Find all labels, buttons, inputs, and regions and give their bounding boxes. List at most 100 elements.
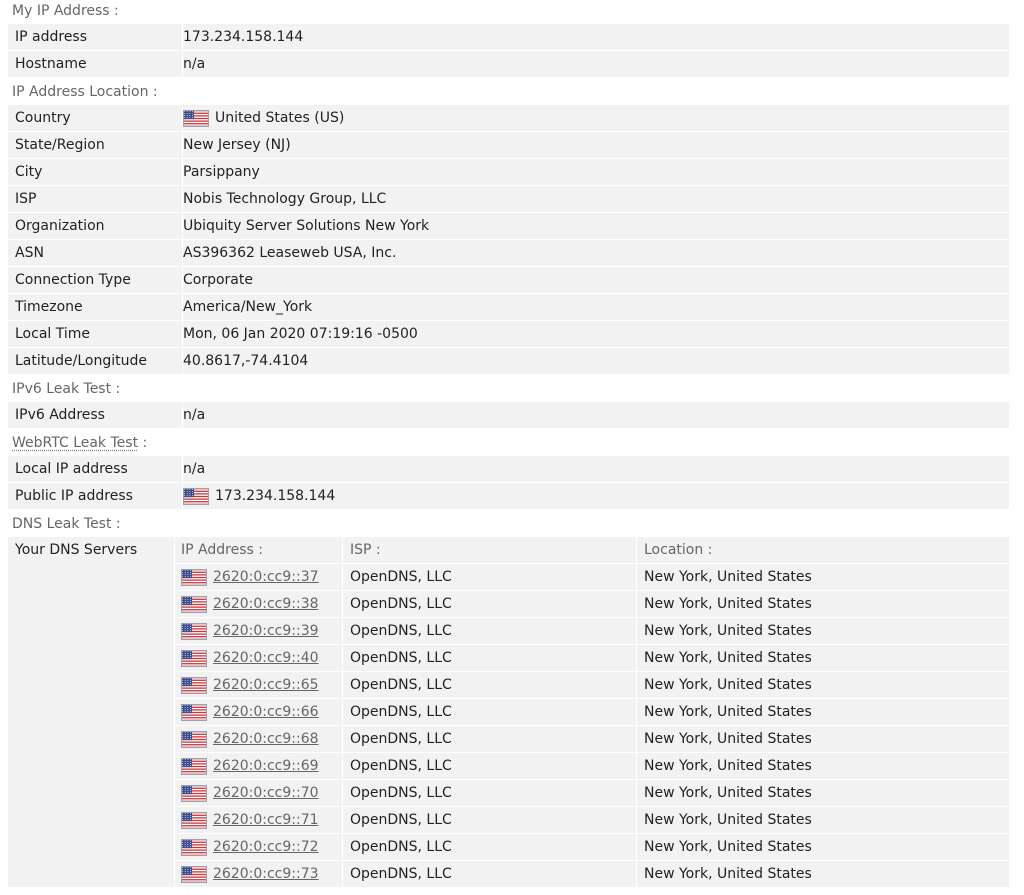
dns-location-cell: New York, United States: [644, 677, 812, 693]
ipv6-address-value: n/a: [183, 407, 206, 423]
us-flag-icon: [181, 649, 207, 667]
dns-ip-link[interactable]: 2620:0:cc9::65: [213, 672, 319, 698]
asn-label: ASN: [15, 245, 44, 261]
section-dns-header: DNS Leak Test :: [8, 511, 1009, 537]
public-ip-label: Public IP address: [15, 488, 133, 504]
dns-ip-cell: 2620:0:cc9::69: [181, 753, 319, 779]
isp-value: Nobis Technology Group, LLC: [183, 191, 387, 207]
dns-ip-cell: 2620:0:cc9::71: [181, 807, 319, 833]
dns-ip-link[interactable]: 2620:0:cc9::70: [213, 780, 319, 806]
dns-location-cell: New York, United States: [644, 596, 812, 612]
us-flag-icon: [181, 622, 207, 640]
ip-leak-report: My IP Address : IP address 173.234.158.1…: [0, 0, 1024, 895]
us-flag-icon: [183, 487, 209, 505]
dns-ip-cell: 2620:0:cc9::39: [181, 618, 319, 644]
public-ip-value: 173.234.158.144: [215, 488, 336, 504]
dns-servers-label: Your DNS Servers: [15, 542, 138, 558]
organization-value: Ubiquity Server Solutions New York: [183, 218, 430, 234]
us-flag-icon: [181, 838, 207, 856]
dns-ip-cell: 2620:0:cc9::40: [181, 645, 319, 671]
dns-isp-cell: OpenDNS, LLC: [350, 596, 452, 612]
state-row: State/Region New Jersey (NJ): [8, 132, 1009, 158]
asn-value: AS396362 Leaseweb USA, Inc.: [183, 245, 397, 261]
dns-ip-link[interactable]: 2620:0:cc9::37: [213, 564, 319, 590]
dns-ip-link[interactable]: 2620:0:cc9::68: [213, 726, 319, 752]
local-time-value: Mon, 06 Jan 2020 07:19:16 -0500: [183, 326, 418, 342]
us-flag-icon: [181, 595, 207, 613]
dns-location-cell: New York, United States: [644, 839, 812, 855]
ipv6-address-row: IPv6 Address n/a: [8, 402, 1009, 428]
dns-isp-cell: OpenDNS, LLC: [350, 677, 452, 693]
dns-isp-cell: OpenDNS, LLC: [350, 758, 452, 774]
isp-row: ISP Nobis Technology Group, LLC: [8, 186, 1009, 212]
dns-ip-link[interactable]: 2620:0:cc9::72: [213, 834, 319, 860]
dns-ip-link[interactable]: 2620:0:cc9::40: [213, 645, 319, 671]
us-flag-icon: [181, 676, 207, 694]
ip-address-row: IP address 173.234.158.144: [8, 24, 1009, 50]
dns-location-cell: New York, United States: [644, 569, 812, 585]
dns-ip-cell: 2620:0:cc9::66: [181, 699, 319, 725]
dns-ip-link[interactable]: 2620:0:cc9::39: [213, 618, 319, 644]
ipv6-address-label: IPv6 Address: [15, 407, 105, 423]
local-time-label: Local Time: [15, 326, 90, 342]
section-dns-title: DNS Leak Test :: [12, 516, 121, 532]
dns-table-row: 2620:0:cc9::37 OpenDNS, LLC New York, Unit…: [175, 564, 1009, 590]
dns-table-row: 2620:0:cc9::66 OpenDNS, LLC New York, Unit…: [175, 699, 1009, 725]
local-ip-value: n/a: [183, 461, 206, 477]
local-ip-label: Local IP address: [15, 461, 128, 477]
dns-location-cell: New York, United States: [644, 812, 812, 828]
local-time-row: Local Time Mon, 06 Jan 2020 07:19:16 -05…: [8, 321, 1009, 347]
us-flag-icon: [181, 730, 207, 748]
dns-table-row: 2620:0:cc9::71 OpenDNS, LLC New York, Unit…: [175, 807, 1009, 833]
dns-ip-link[interactable]: 2620:0:cc9::69: [213, 753, 319, 779]
dns-table-row: 2620:0:cc9::40 OpenDNS, LLC New York, Unit…: [175, 645, 1009, 671]
dns-isp-cell: OpenDNS, LLC: [350, 704, 452, 720]
dns-location-cell: New York, United States: [644, 785, 812, 801]
lat-lng-row: Latitude/Longitude 40.8617,-74.4104: [8, 348, 1009, 374]
dns-ip-cell: 2620:0:cc9::70: [181, 780, 319, 806]
dns-isp-cell: OpenDNS, LLC: [350, 650, 452, 666]
dns-ip-cell: 2620:0:cc9::65: [181, 672, 319, 698]
lat-lng-label: Latitude/Longitude: [15, 353, 147, 369]
country-value: United States (US): [215, 110, 345, 126]
hostname-row: Hostname n/a: [8, 51, 1009, 77]
dns-table-row: 2620:0:cc9::39 OpenDNS, LLC New York, Unit…: [175, 618, 1009, 644]
dns-ip-link[interactable]: 2620:0:cc9::73: [213, 861, 319, 887]
section-my-ip-title: My IP Address :: [12, 3, 119, 19]
dns-location-cell: New York, United States: [644, 650, 812, 666]
public-ip-row: Public IP address 173.234.158.144: [8, 483, 1009, 509]
timezone-value: America/New_York: [183, 299, 313, 315]
hostname-value: n/a: [183, 56, 206, 72]
dns-ip-cell: 2620:0:cc9::68: [181, 726, 319, 752]
section-location-header: IP Address Location :: [8, 79, 1009, 105]
dns-ip-cell: 2620:0:cc9::38: [181, 591, 319, 617]
section-webrtc-title[interactable]: WebRTC Leak Test :: [12, 430, 147, 456]
lat-lng-value: 40.8617,-74.4104: [183, 353, 309, 369]
asn-row: ASN AS396362 Leaseweb USA, Inc.: [8, 240, 1009, 266]
timezone-label: Timezone: [15, 299, 83, 315]
dns-col-ip-header: IP Address :: [181, 542, 263, 558]
dns-ip-link[interactable]: 2620:0:cc9::66: [213, 699, 319, 725]
section-ipv6-header: IPv6 Leak Test :: [8, 376, 1009, 402]
dns-table-row: 2620:0:cc9::68 OpenDNS, LLC New York, Unit…: [175, 726, 1009, 752]
country-label: Country: [15, 110, 71, 126]
dns-ip-link[interactable]: 2620:0:cc9::71: [213, 807, 319, 833]
city-value: Parsippany: [183, 164, 260, 180]
connection-type-value: Corporate: [183, 272, 253, 288]
dns-isp-cell: OpenDNS, LLC: [350, 839, 452, 855]
local-ip-row: Local IP address n/a: [8, 456, 1009, 482]
state-label: State/Region: [15, 137, 105, 153]
dns-ip-link[interactable]: 2620:0:cc9::38: [213, 591, 319, 617]
country-row: Country United States (US): [8, 105, 1009, 131]
dns-isp-cell: OpenDNS, LLC: [350, 785, 452, 801]
dns-table-row: 2620:0:cc9::65 OpenDNS, LLC New York, Unit…: [175, 672, 1009, 698]
section-my-ip-header: My IP Address :: [8, 0, 1009, 24]
organization-row: Organization Ubiquity Server Solutions N…: [8, 213, 1009, 239]
dns-location-cell: New York, United States: [644, 704, 812, 720]
dns-ip-cell: 2620:0:cc9::37: [181, 564, 319, 590]
us-flag-icon: [181, 757, 207, 775]
us-flag-icon: [181, 865, 207, 883]
dns-table-row: 2620:0:cc9::73 OpenDNS, LLC New York, Unit…: [175, 861, 1009, 887]
us-flag-icon: [181, 784, 207, 802]
dns-table-row: 2620:0:cc9::38 OpenDNS, LLC New York, Unit…: [175, 591, 1009, 617]
